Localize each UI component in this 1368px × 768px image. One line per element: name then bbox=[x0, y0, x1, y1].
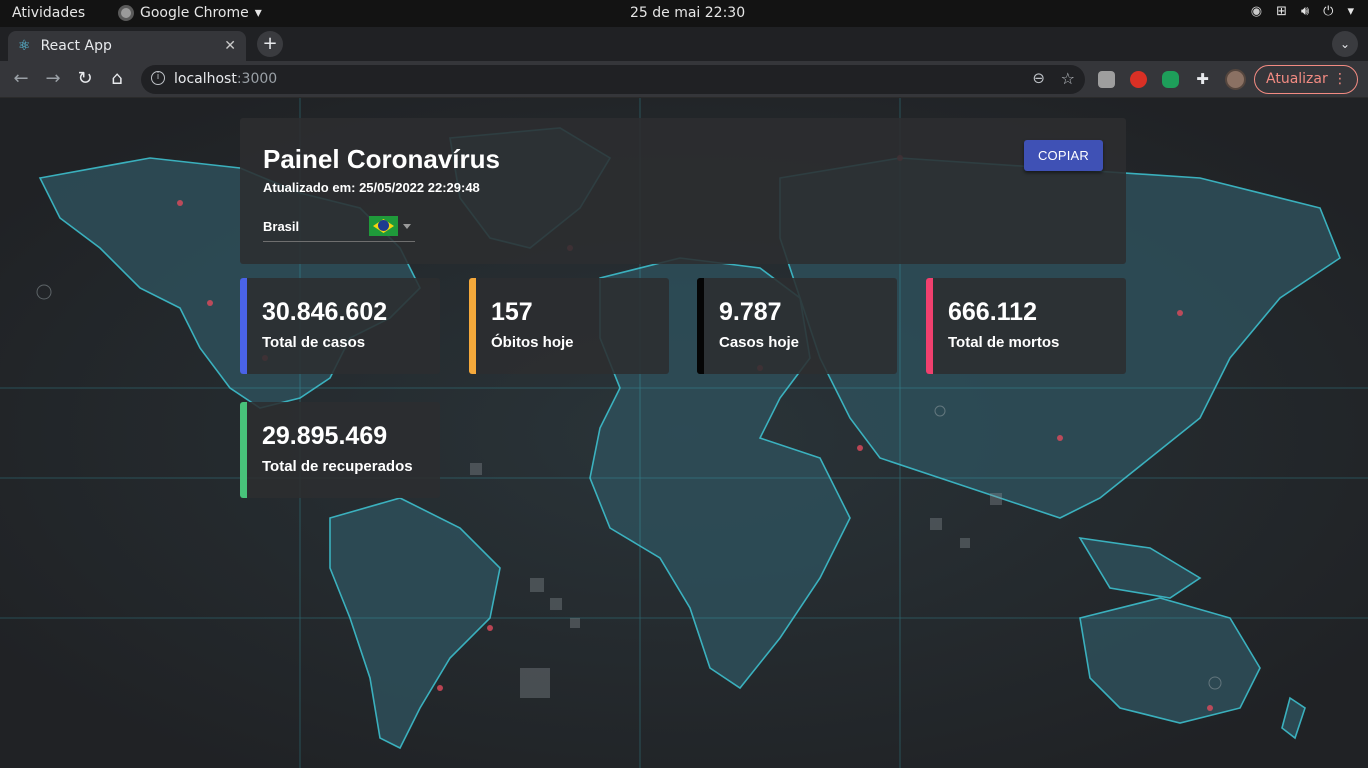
stat-value: 30.846.602 bbox=[262, 298, 388, 326]
card-accent-bar bbox=[697, 278, 704, 374]
react-icon: ⚛ bbox=[18, 38, 31, 54]
extension-shield-icon[interactable] bbox=[1162, 71, 1179, 88]
volume-icon[interactable]: 🔊︎ bbox=[1301, 4, 1309, 19]
power-icon[interactable]: ⏻ bbox=[1323, 4, 1333, 19]
url-text[interactable]: localhost:3000 bbox=[174, 71, 277, 87]
stat-card-total-cases: 30.846.602 Total de casos bbox=[240, 278, 440, 374]
dropdown-arrow-icon bbox=[403, 224, 411, 229]
dashboard-header-panel: Painel Coronavírus Atualizado em: 25/05/… bbox=[240, 118, 1126, 264]
page-title: Painel Coronavírus bbox=[263, 144, 500, 174]
system-tray[interactable]: ◉ ⊞ 🔊︎ ⏻ ▾ bbox=[1251, 4, 1354, 19]
site-info-icon[interactable]: i bbox=[151, 71, 165, 85]
profile-avatar[interactable] bbox=[1225, 69, 1246, 90]
stat-value: 29.895.469 bbox=[262, 422, 388, 450]
stat-value: 666.112 bbox=[948, 298, 1037, 326]
tab-title: React App bbox=[40, 38, 112, 54]
stat-label: Total de recuperados bbox=[262, 458, 413, 475]
bookmark-star-icon[interactable]: ☆ bbox=[1061, 69, 1075, 88]
update-button[interactable]: Atualizar ⋮ bbox=[1254, 65, 1358, 94]
browser-toolbar: ← → ↻ ⌂ i localhost:3000 ⊖ ☆ ✚ Atualizar… bbox=[0, 61, 1368, 98]
app-menu[interactable]: Google Chrome ▾ bbox=[118, 5, 262, 21]
extension-hand-icon[interactable] bbox=[1130, 71, 1147, 88]
extensions-puzzle-icon[interactable]: ✚ bbox=[1194, 71, 1211, 88]
stat-value: 157 bbox=[491, 298, 533, 326]
address-bar[interactable]: i localhost:3000 ⊖ ☆ bbox=[141, 65, 1085, 94]
country-name: Brasil bbox=[263, 219, 300, 234]
card-accent-bar bbox=[469, 278, 476, 374]
tab-strip: ⚛ React App ✕ bbox=[0, 27, 1368, 61]
last-updated-text: Atualizado em: 25/05/2022 22:29:48 bbox=[263, 180, 480, 195]
forward-icon[interactable]: → bbox=[41, 67, 65, 91]
card-accent-bar bbox=[926, 278, 933, 374]
tab-react-app[interactable]: ⚛ React App ✕ bbox=[8, 31, 246, 61]
menu-dots-icon[interactable]: ⋮ bbox=[1333, 66, 1347, 93]
discord-icon[interactable]: ◉ bbox=[1251, 4, 1262, 19]
card-accent-bar bbox=[240, 402, 247, 498]
system-top-bar: Atividades Google Chrome ▾ 25 de mai 22:… bbox=[0, 0, 1368, 27]
tab-search-button[interactable]: ⌄ bbox=[1332, 31, 1358, 57]
stat-value: 9.787 bbox=[719, 298, 782, 326]
stat-label: Total de casos bbox=[262, 334, 366, 351]
stat-card-deaths-today: 157 Óbitos hoje bbox=[469, 278, 669, 374]
copy-button[interactable]: COPIAR bbox=[1024, 140, 1103, 171]
app-name: Google Chrome bbox=[140, 5, 249, 21]
network-icon[interactable]: ⊞ bbox=[1276, 4, 1287, 19]
stat-card-total-recovered: 29.895.469 Total de recuperados bbox=[240, 402, 440, 498]
extension-cube-icon[interactable] bbox=[1098, 71, 1115, 88]
page-content: Painel Coronavírus Atualizado em: 25/05/… bbox=[0, 98, 1368, 768]
clock[interactable]: 25 de mai 22:30 bbox=[630, 5, 745, 21]
country-select[interactable]: Brasil bbox=[263, 214, 415, 242]
chrome-icon bbox=[118, 5, 134, 21]
card-accent-bar bbox=[240, 278, 247, 374]
zoom-icon[interactable]: ⊖ bbox=[1032, 69, 1045, 87]
stat-label: Casos hoje bbox=[719, 334, 800, 351]
stat-card-cases-today: 9.787 Casos hoje bbox=[697, 278, 897, 374]
brazil-flag-icon bbox=[369, 216, 398, 236]
stat-label: Total de mortos bbox=[948, 334, 1060, 351]
new-tab-button[interactable]: + bbox=[257, 31, 283, 57]
back-icon[interactable]: ← bbox=[9, 67, 33, 91]
close-icon[interactable]: ✕ bbox=[224, 38, 236, 54]
activities-button[interactable]: Atividades bbox=[12, 5, 85, 21]
chevron-down-icon[interactable]: ▾ bbox=[1347, 4, 1354, 19]
stat-label: Óbitos hoje bbox=[491, 334, 574, 351]
stat-card-total-deaths: 666.112 Total de mortos bbox=[926, 278, 1126, 374]
reload-icon[interactable]: ↻ bbox=[73, 67, 97, 91]
chevron-down-icon: ▾ bbox=[254, 5, 262, 21]
home-icon[interactable]: ⌂ bbox=[105, 67, 129, 91]
